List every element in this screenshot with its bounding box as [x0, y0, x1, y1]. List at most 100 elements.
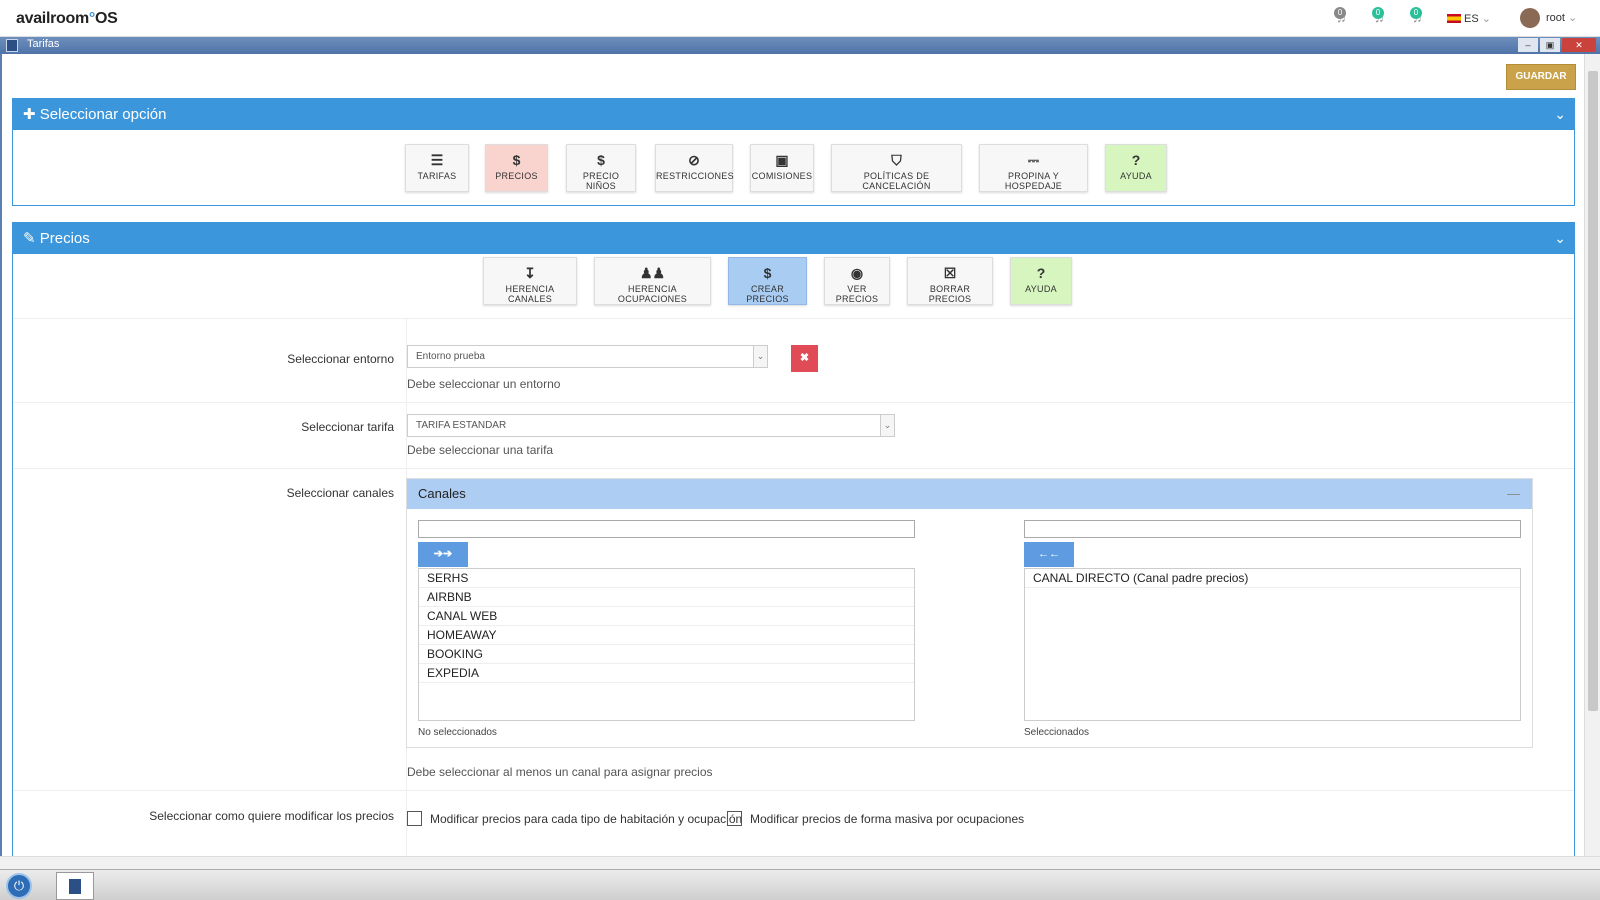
ver-precios-button[interactable]: ◉ VER PRECIOS [824, 257, 890, 305]
list-item[interactable]: BOOKING [419, 645, 914, 664]
tarifa-label: Seleccionar tarifa [301, 420, 394, 434]
help-icon: ? [1036, 265, 1046, 281]
canales-label: Seleccionar canales [286, 486, 394, 500]
minimize-icon[interactable]: — [1507, 479, 1520, 509]
option-label: AYUDA [1025, 284, 1057, 294]
selected-filter-input[interactable] [1024, 520, 1521, 538]
available-filter-input[interactable] [418, 520, 915, 538]
canales-header[interactable]: Canales — [407, 479, 1532, 509]
user-menu[interactable]: root ⌄ [1520, 8, 1577, 28]
option-label: PRECIOS [495, 171, 538, 181]
available-channels-list[interactable]: SERHS AIRBNB CANAL WEB HOMEAWAY BOOKING … [418, 568, 915, 721]
option-label: POLÍTICAS DE CANCELACIÓN [862, 171, 931, 191]
option-propina-hospedaje[interactable]: ⎓ PROPINA Y HOSPEDAJE [979, 144, 1088, 192]
checkbox-box[interactable] [407, 811, 422, 826]
tarifa-select[interactable]: TARIFA ESTANDAR ⌄ [407, 414, 895, 437]
option-label: CREAR PRECIOS [746, 284, 789, 304]
minimize-button[interactable]: – [1518, 38, 1538, 52]
available-caption: No seleccionados [418, 727, 497, 738]
list-item[interactable]: CANAL DIRECTO (Canal padre precios) [1025, 569, 1520, 588]
entorno-select[interactable]: Entorno prueba ⌄ [407, 345, 768, 368]
window-title: Tarifas [27, 38, 60, 50]
checkbox-label: Modificar precios de forma masiva por oc… [750, 812, 1025, 826]
dollar-icon: $ [597, 152, 605, 168]
taskbar-tarifas-app[interactable] [56, 872, 94, 900]
canales-dual-list: Canales — ➔➔ SERHS AIRBNB CANAL WEB HOME… [406, 478, 1533, 748]
herencia-canales-button[interactable]: ↧ HERENCIA CANALES [483, 257, 577, 305]
modo-checkbox-masiva[interactable]: Modificar precios de forma masiva por oc… [727, 811, 1024, 826]
entorno-value: Entorno prueba [416, 351, 485, 362]
taskbar: ⏻ [0, 869, 1600, 900]
move-all-right-button[interactable]: ➔➔ [418, 542, 468, 567]
option-label: BORRAR PRECIOS [928, 284, 972, 304]
divider [13, 790, 1574, 791]
divider [13, 468, 1574, 469]
clear-entorno-button[interactable]: ✖ [791, 345, 818, 372]
crear-precios-button[interactable]: $ CREAR PRECIOS [728, 257, 807, 305]
list-item[interactable]: SERHS [419, 569, 914, 588]
sort-icon: ↧ [524, 265, 536, 281]
chevron-down-icon[interactable]: ⌄ [1554, 223, 1566, 254]
ayuda-button[interactable]: ? AYUDA [1010, 257, 1072, 305]
logo-os-text: OS [95, 10, 118, 27]
option-label: HERENCIA OCUPACIONES [617, 284, 688, 304]
prices-panel-header[interactable]: ✎ Precios ⌄ [13, 223, 1574, 254]
list-item[interactable]: CANAL WEB [419, 607, 914, 626]
restore-button[interactable]: ▣ [1540, 38, 1560, 52]
modo-label: Seleccionar como quiere modificar los pr… [149, 809, 394, 823]
window-title-bar[interactable]: Tarifas – ▣ ✕ [0, 37, 1600, 54]
option-tarifas[interactable]: ☰ TARIFAS [405, 144, 469, 192]
calculator-icon [6, 39, 18, 52]
entorno-help: Debe seleccionar un entorno [407, 377, 561, 391]
list-item[interactable]: EXPEDIA [419, 664, 914, 683]
entorno-label: Seleccionar entorno [287, 352, 394, 366]
avatar [1520, 8, 1540, 28]
list-item[interactable]: HOMEAWAY [419, 626, 914, 645]
option-label: AYUDA [1120, 171, 1152, 181]
power-icon[interactable]: ⏻ [6, 873, 32, 899]
ban-icon: ⊘ [688, 152, 700, 168]
option-comisiones[interactable]: ▣ COMISIONES [750, 144, 814, 192]
checkbox-label: Modificar precios para cada tipo de habi… [430, 812, 743, 826]
herencia-ocupaciones-button[interactable]: ♟♟ HERENCIA OCUPACIONES [594, 257, 711, 305]
dollar-icon: $ [763, 265, 772, 281]
option-ayuda[interactable]: ? AYUDA [1105, 144, 1167, 192]
alerts-icon[interactable]: ♫0 [1410, 7, 1430, 27]
option-precios[interactable]: $ PRECIOS [485, 144, 548, 192]
option-label: PROPINA Y HOSPEDAJE [1004, 171, 1063, 191]
save-button[interactable]: GUARDAR [1506, 64, 1576, 90]
scrollbar-thumb[interactable] [1588, 71, 1598, 711]
move-all-left-button[interactable]: ←← [1024, 542, 1074, 567]
language-selector[interactable]: ES ⌄ [1447, 12, 1491, 25]
chevron-down-icon: ⌄ [1481, 13, 1491, 25]
option-politicas-cancelacion[interactable]: ⛉ POLÍTICAS DE CANCELACIÓN [831, 144, 962, 192]
option-restricciones[interactable]: ⊘ RESTRICCIONES [655, 144, 734, 192]
borrar-precios-button[interactable]: ☒ BORRAR PRECIOS [907, 257, 993, 305]
canales-help: Debe seleccionar al menos un canal para … [407, 765, 713, 779]
option-label: HERENCIA CANALES [505, 284, 555, 304]
vertical-scrollbar[interactable] [1584, 54, 1600, 856]
alerts-count: 0 [1410, 7, 1422, 19]
top-bar: availroom°OS ♫0 ♫0 ♫0 ES ⌄ root ⌄ [0, 0, 1600, 37]
horizontal-scrollbar[interactable] [0, 856, 1600, 869]
modo-checkbox-habitacion[interactable]: Modificar precios para cada tipo de habi… [407, 811, 742, 826]
option-precio-ninos[interactable]: $ PRECIO NIÑOS [566, 144, 636, 192]
users-icon: ♟♟ [639, 265, 666, 281]
close-button[interactable]: ✕ [1562, 38, 1596, 52]
divider [13, 318, 1574, 319]
options-panel-title: Seleccionar opción [39, 106, 167, 123]
options-panel-header[interactable]: ✚ Seleccionar opción ⌄ [13, 99, 1574, 130]
help-icon: ? [1131, 152, 1141, 168]
messages-icon[interactable]: ♫0 [1372, 7, 1392, 27]
option-label: COMISIONES [751, 171, 813, 181]
selected-channels-list[interactable]: CANAL DIRECTO (Canal padre precios) [1024, 568, 1521, 721]
checkbox-box[interactable] [727, 811, 742, 826]
app-logo[interactable]: availroom°OS [16, 10, 118, 28]
divider [13, 402, 1574, 403]
list-item[interactable]: AIRBNB [419, 588, 914, 607]
window-content: GUARDAR ✚ Seleccionar opción ⌄ ☰ TARIFAS … [0, 54, 1584, 856]
notification-bell-icon[interactable]: ♫0 [1334, 7, 1354, 27]
chevron-down-icon[interactable]: ⌄ [1554, 99, 1566, 130]
notification-count: 0 [1334, 7, 1346, 19]
plus-icon: ✚ [23, 106, 36, 123]
